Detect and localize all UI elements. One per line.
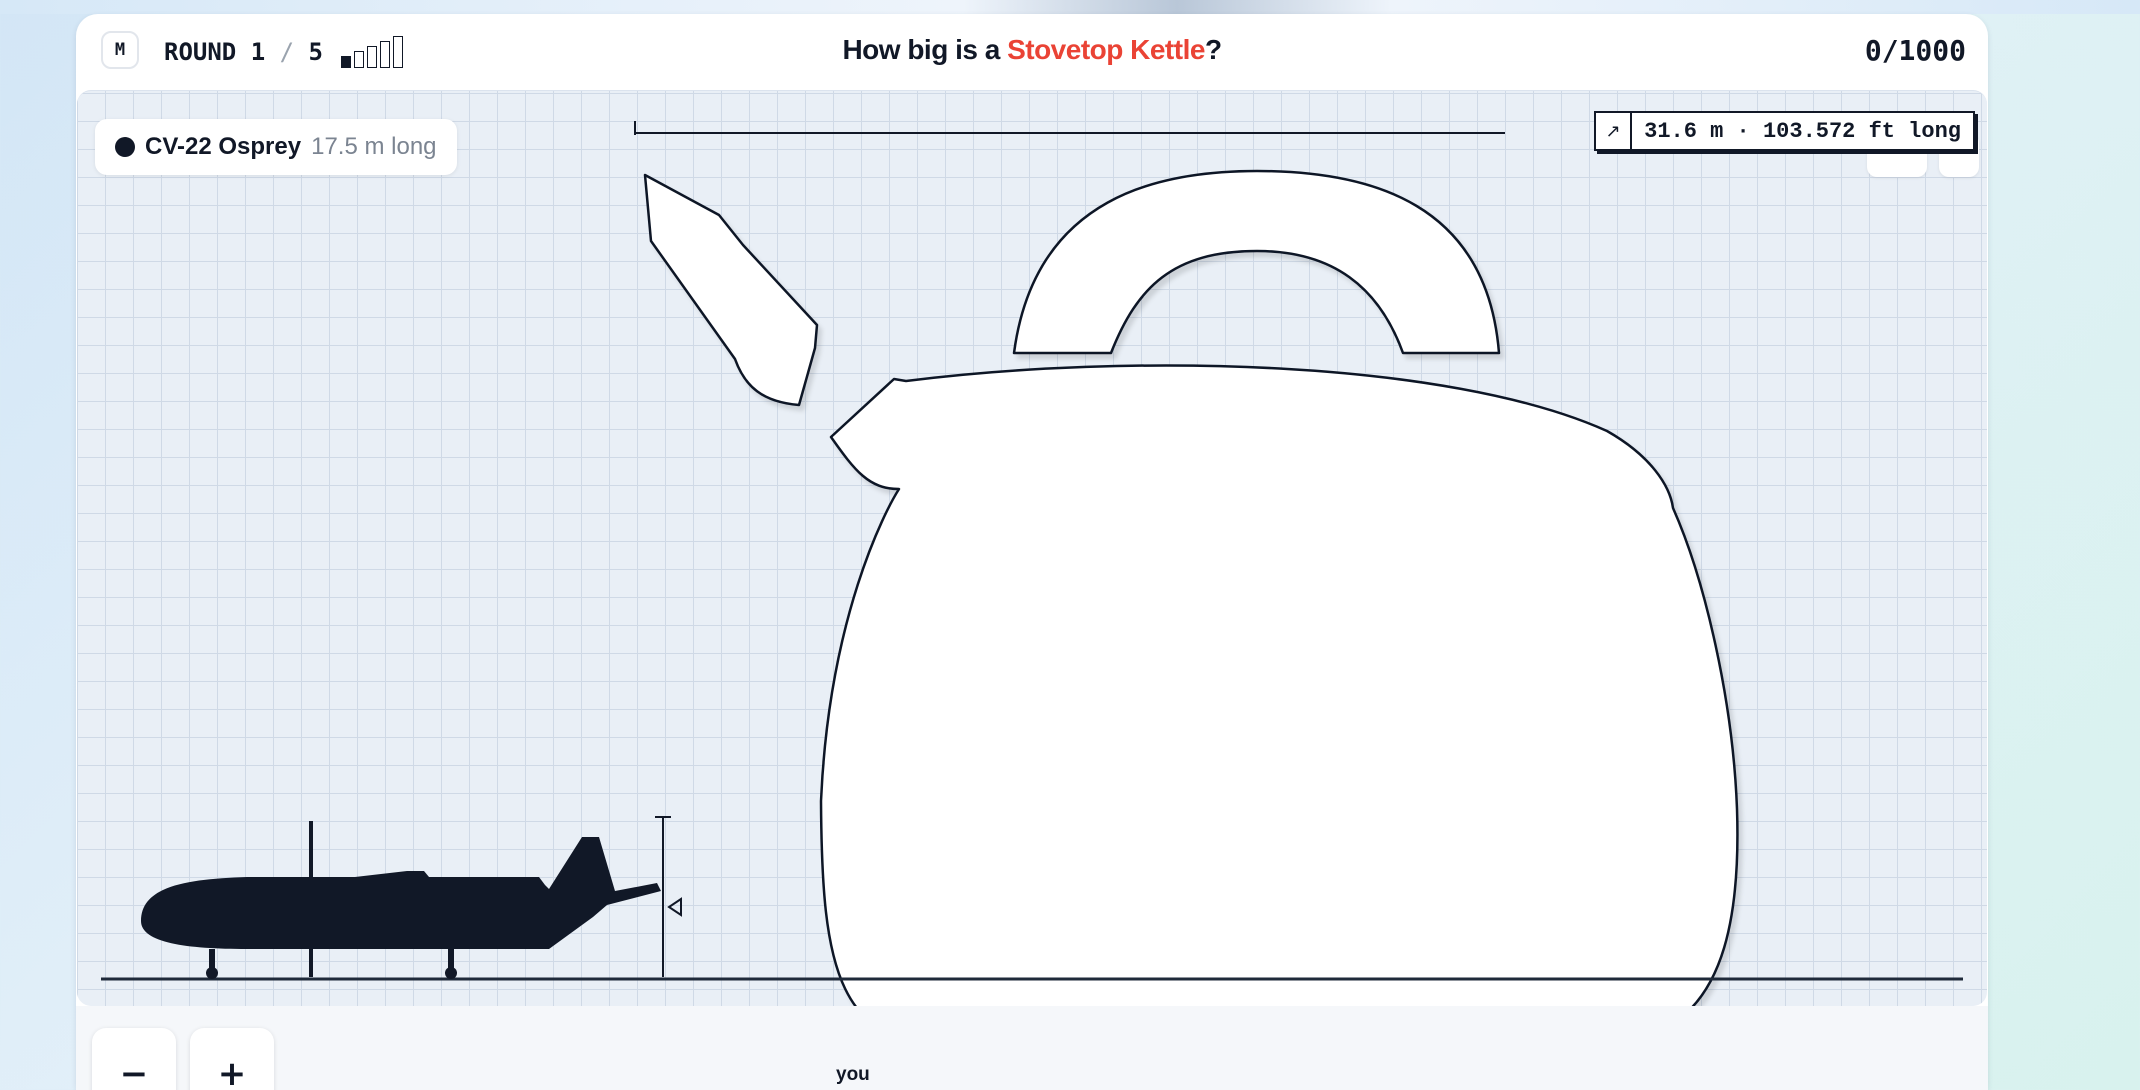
kettle-handle: [1012, 169, 1501, 355]
question-suffix: ?: [1204, 34, 1222, 65]
top-glow: [0, 0, 2140, 14]
score-display: 0/1000: [1864, 34, 1966, 67]
reference-chip: CV-22 Osprey 17.5 m long: [95, 119, 457, 175]
question-prefix: How big is a: [842, 34, 1008, 65]
comparison-canvas[interactable]: CV-22 Osprey 17.5 m long ↗ 31.6 m · 103.…: [77, 90, 1987, 1006]
game-header: M ROUND 1 / 5 How big is a Stovetop Kett…: [76, 14, 1988, 90]
reference-name: CV-22 Osprey: [145, 133, 302, 160]
reference-dot: [115, 137, 135, 157]
arrow-up-right-icon: ↗: [1596, 113, 1633, 149]
zoom-out-button[interactable]: −: [92, 1028, 176, 1090]
scene-svg: [101, 121, 1963, 1006]
you-marker-label: you: [836, 1064, 870, 1085]
kettle-shape[interactable]: [643, 169, 1739, 1006]
kettle-body: [819, 364, 1739, 1006]
question-title: How big is a Stovetop Kettle?: [76, 34, 1988, 66]
osprey-fuselage: [141, 837, 661, 949]
osprey-rotor-mast: [309, 821, 313, 977]
osprey-silhouette: [141, 821, 661, 979]
width-measure-line: [634, 121, 1505, 135]
measurement-text: 31.6 m · 103.572 ft long: [1644, 118, 1961, 144]
zoom-in-button[interactable]: +: [190, 1028, 274, 1090]
resize-handle[interactable]: [655, 816, 682, 977]
game-card: M ROUND 1 / 5 How big is a Stovetop Kett…: [76, 14, 1988, 1090]
reference-size: 17.5 m long: [311, 133, 437, 160]
controls-footer: − + you: [76, 1006, 1988, 1090]
measurement-label: ↗ 31.6 m · 103.572 ft long: [1594, 111, 1975, 151]
question-subject: Stovetop Kettle: [1007, 34, 1205, 65]
kettle-spout: [643, 173, 819, 407]
